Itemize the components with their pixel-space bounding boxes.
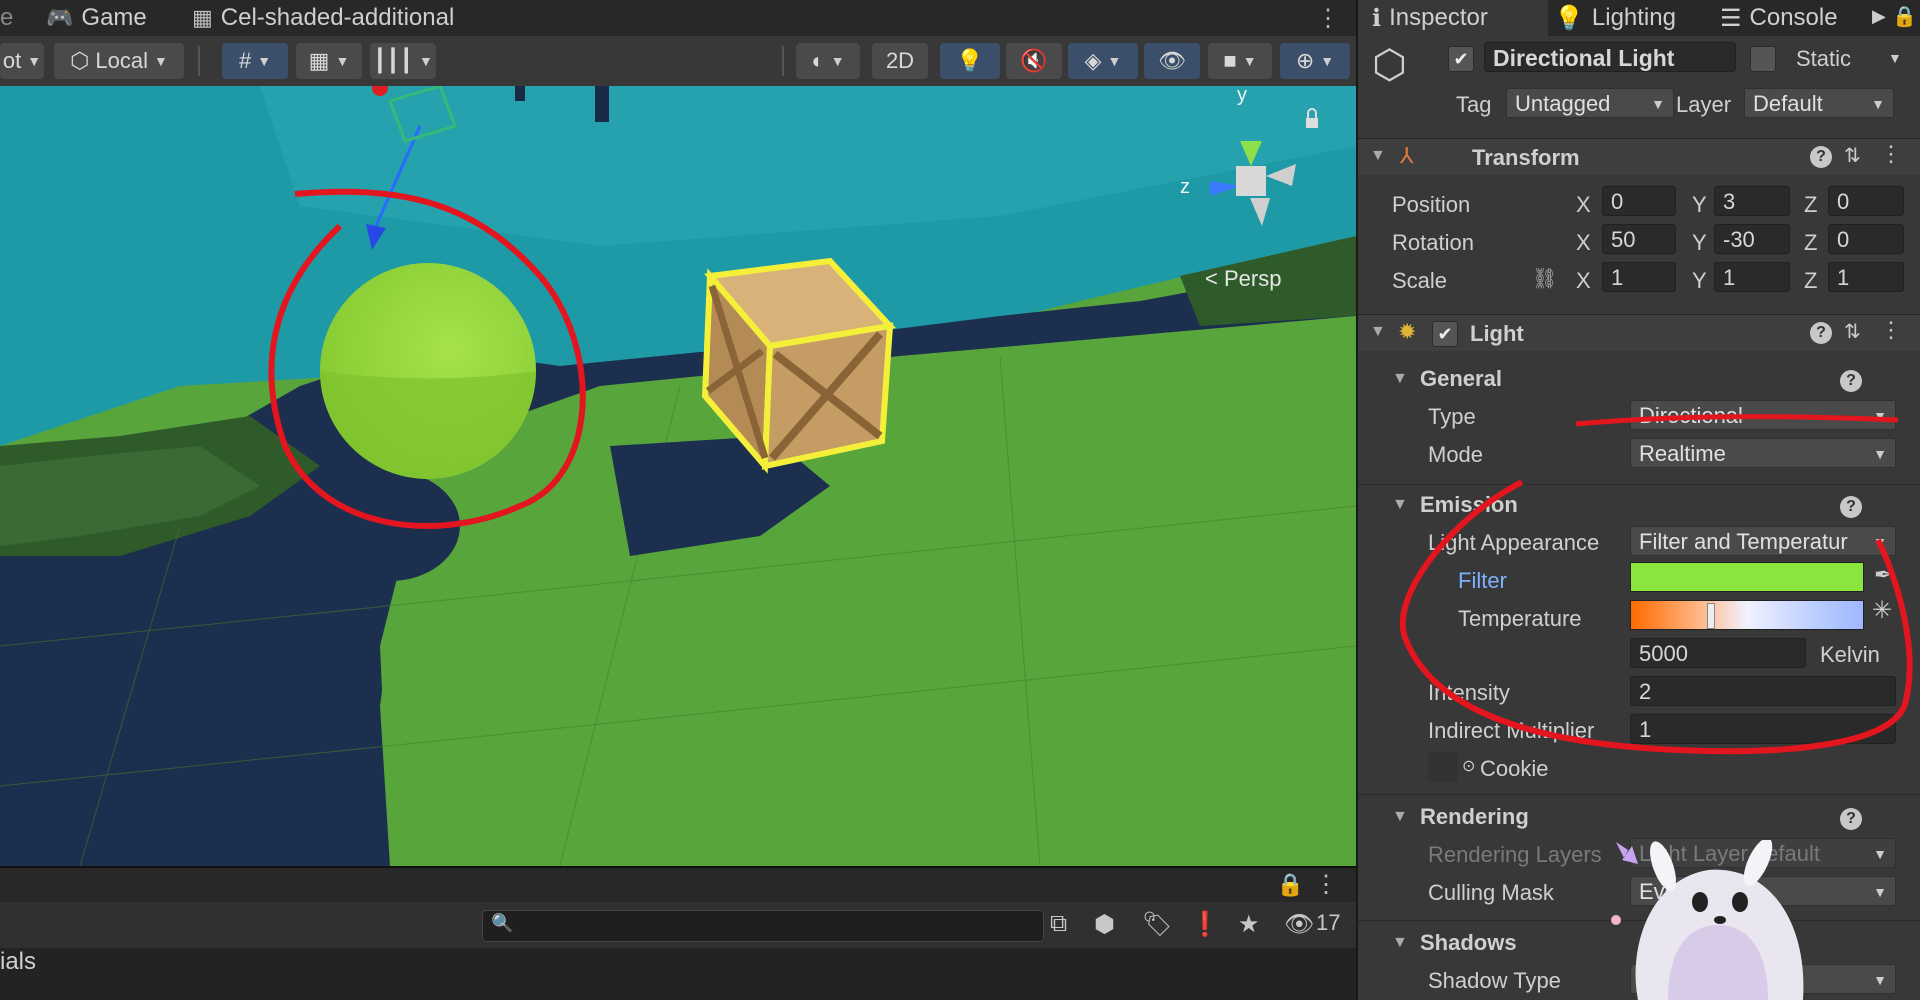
pivot-dropdown[interactable]: ot ▼ <box>0 43 44 79</box>
toolbar-divider <box>198 46 200 76</box>
search-icon: 🔍 <box>491 913 514 933</box>
scene-viewport[interactable]: y z < Persp <box>0 86 1356 866</box>
scene-toolbar: ot ▼ ⬡ Local ▼ # ▼ ▦ ▼ ┃┃┃ ▼ ◐ ▼ 2D 💡 🔇 ◈ ▼ 👁 ■… <box>0 36 1356 87</box>
scene-render <box>0 86 1356 866</box>
chevron-down-icon: ▼ <box>830 53 845 69</box>
2d-toggle[interactable]: 2D <box>872 43 928 79</box>
panel-menu-icon[interactable]: ⋮ <box>1314 870 1338 899</box>
grid-snap-button[interactable]: # ▼ <box>222 43 288 79</box>
hidden-packages-icon[interactable]: 👁 <box>1284 910 1314 939</box>
chevron-down-icon: ▼ <box>418 53 433 69</box>
project-body: ials <box>0 948 1356 1000</box>
scene-icon: ▦ <box>192 5 213 30</box>
globe-icon: ⊕ <box>1295 48 1315 73</box>
streamer-avatar <box>1611 840 1804 1000</box>
toolbar-divider <box>782 46 784 76</box>
chevron-down-icon: ▼ <box>1242 53 1257 69</box>
sphere-shading-icon: ◐ <box>811 48 825 73</box>
chevron-down-icon: ▼ <box>1107 53 1122 69</box>
layers-icon: ◈ <box>1084 48 1102 73</box>
lighting-toggle[interactable]: 💡 <box>940 43 1000 79</box>
scene-menu-icon[interactable]: ⋮ <box>1316 4 1340 33</box>
local-global-dropdown[interactable]: ⬡ Local ▼ <box>54 43 184 79</box>
chevron-down-icon: ▼ <box>1320 53 1335 69</box>
gizmos-dropdown[interactable]: ⊕ ▼ <box>1280 43 1350 79</box>
local-label: Local <box>95 48 148 73</box>
tab-game-label: Game <box>81 4 147 31</box>
ruler-icon: ┃┃┃ <box>373 48 413 73</box>
perspective-toggle[interactable]: < Persp <box>1205 266 1281 292</box>
project-search-input[interactable] <box>519 913 1023 939</box>
tab-scene-label: Cel-shaded-additional <box>220 4 455 31</box>
warning-icon[interactable]: ❗ <box>1190 910 1220 939</box>
pivot-label: ot <box>2 48 22 73</box>
lock-icon[interactable]: 🔒 <box>1277 872 1304 898</box>
effects-toggle[interactable]: ◈ ▼ <box>1068 43 1138 79</box>
eye-slash-icon: 👁 <box>1158 48 1186 73</box>
gizmo-y-label: y <box>1237 86 1247 106</box>
scene-tab-strip: e 🎮 Game ▦ Cel-shaded-additional ⋮ <box>0 0 1356 36</box>
tab-scene[interactable]: ▦ Cel-shaded-additional <box>192 0 454 36</box>
tab-game[interactable]: 🎮 Game <box>46 0 147 36</box>
search-by-type-icon[interactable]: ⧉ <box>1050 910 1067 938</box>
speaker-mute-icon: 🔇 <box>1020 48 1048 73</box>
gamepad-icon: 🎮 <box>46 5 74 30</box>
visibility-toggle[interactable]: 👁 <box>1144 43 1200 79</box>
gizmo-z-label: z <box>1180 176 1190 198</box>
grid-snap-icon: # <box>238 48 252 73</box>
project-toolbar: 🔍 ⧉ ⬢ 🏷 ❗ ★ 👁 17 <box>0 902 1356 948</box>
chevron-down-icon: ▼ <box>153 53 168 69</box>
grid-visibility-button[interactable]: ▦ ▼ <box>296 43 362 79</box>
2d-label: 2D <box>885 48 915 73</box>
chevron-down-icon: ▼ <box>27 53 42 69</box>
camera-icon: ■ <box>1223 48 1237 73</box>
project-panel-header: 🔒 ⋮ <box>0 866 1356 904</box>
cut-tab-label: e <box>0 4 14 31</box>
inspector-panel: ℹ Inspector 💡 Lighting ☰ Console ▶ 🔒 ⬡ ✔… <box>1358 0 1920 1000</box>
hidden-count: 17 <box>1316 910 1341 935</box>
audio-toggle[interactable]: 🔇 <box>1006 43 1062 79</box>
cut-tab[interactable]: e <box>0 0 13 36</box>
shading-mode-button[interactable]: ◐ ▼ <box>796 43 860 79</box>
grid-icon: ▦ <box>308 48 330 73</box>
folder-label[interactable]: ials <box>0 948 36 976</box>
favorite-star-icon[interactable]: ★ <box>1238 910 1260 939</box>
camera-dropdown[interactable]: ■ ▼ <box>1208 43 1272 79</box>
lightbulb-icon: 💡 <box>956 48 984 73</box>
filter-by-type-icon[interactable]: ⬢ <box>1094 910 1115 939</box>
chevron-down-icon: ▼ <box>257 53 272 69</box>
chevron-down-icon: ▼ <box>335 53 350 69</box>
label-tag-icon[interactable]: 🏷 <box>1142 910 1172 939</box>
increment-snap-button[interactable]: ┃┃┃ ▼ <box>370 43 436 79</box>
cube-icon: ⬡ <box>70 48 90 73</box>
project-search-box[interactable]: 🔍 <box>482 910 1044 942</box>
